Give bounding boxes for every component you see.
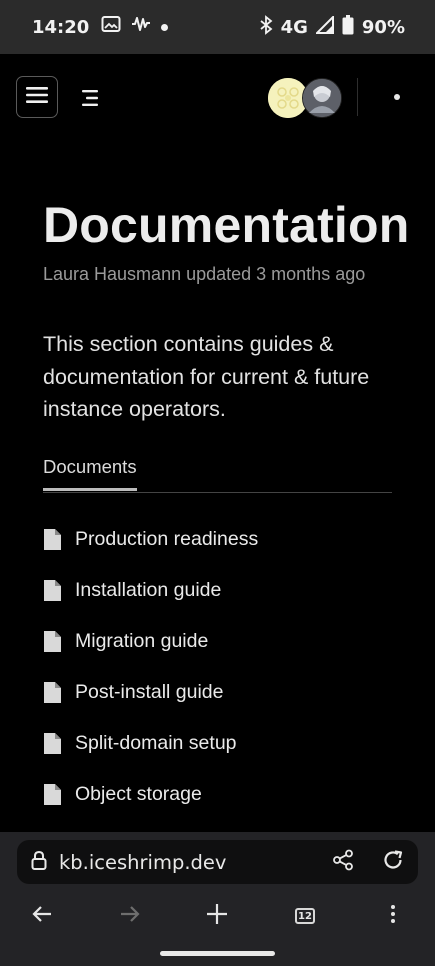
tab-documents[interactable]: Documents: [43, 456, 137, 491]
battery-level: 90%: [361, 16, 405, 38]
list-item[interactable]: Production readiness: [43, 514, 392, 565]
table-of-contents-icon: [80, 90, 102, 113]
list-item[interactable]: Object storage: [43, 769, 392, 820]
hamburger-icon: [26, 86, 48, 109]
share-icon[interactable]: [332, 849, 354, 876]
menu-icon: [390, 904, 396, 929]
notification-dot-icon: [161, 23, 169, 31]
more-options-button[interactable]: [382, 86, 412, 108]
page-title: Documentation: [43, 197, 410, 253]
document-icon: [43, 783, 62, 806]
list-item[interactable]: Post-install guide: [43, 667, 392, 718]
document-icon: [43, 579, 62, 602]
document-title: Production readiness: [75, 528, 259, 550]
signal-icon: [314, 14, 334, 39]
network-type: 4G: [280, 16, 308, 38]
document-icon: [43, 528, 62, 551]
menu-button[interactable]: [16, 76, 58, 118]
header-divider: [357, 78, 358, 116]
list-item[interactable]: Migration guide: [43, 616, 392, 667]
list-item[interactable]: Split-domain setup: [43, 718, 392, 769]
browser-toolbar: kb.iceshrimp.dev 12: [0, 832, 435, 966]
app-header: [0, 54, 435, 142]
new-tab-icon: [206, 903, 228, 930]
tabs-button[interactable]: 12: [291, 902, 319, 930]
gesture-bar[interactable]: [160, 951, 275, 956]
reload-icon[interactable]: [382, 849, 404, 876]
forward-button[interactable]: [116, 902, 144, 930]
more-horizontal-icon: [394, 94, 400, 100]
status-time: 14:20: [32, 16, 90, 38]
list-item[interactable]: Installation guide: [43, 565, 392, 616]
document-title: Installation guide: [75, 579, 222, 601]
document-title: Post-install guide: [75, 681, 224, 703]
document-title: Object storage: [75, 783, 202, 805]
battery-icon: [342, 14, 354, 40]
new-tab-button[interactable]: [203, 902, 231, 930]
back-button[interactable]: [28, 902, 56, 930]
bluetooth-icon: [259, 14, 273, 40]
browser-nav-row: 12: [0, 896, 435, 936]
waveform-icon: [131, 15, 151, 39]
image-icon: [101, 15, 121, 39]
lock-icon: [31, 850, 47, 875]
document-icon: [43, 630, 62, 653]
document-icon: [43, 732, 62, 755]
avatar[interactable]: [302, 78, 342, 118]
address-bar[interactable]: kb.iceshrimp.dev: [17, 840, 418, 884]
document-title: Migration guide: [75, 630, 209, 652]
table-of-contents-button[interactable]: [80, 87, 102, 109]
page-meta: Laura Hausmann updated 3 months ago: [43, 264, 366, 284]
document-list: Production readiness Installation guide …: [43, 514, 392, 820]
tabs-icon: 12: [295, 908, 315, 924]
forward-icon: [119, 904, 141, 929]
collaborator-avatars[interactable]: [268, 78, 342, 118]
back-icon: [31, 904, 53, 929]
document-icon: [43, 681, 62, 704]
tab-bar: Documents: [43, 456, 392, 493]
status-bar: 14:20 4G 90%: [0, 0, 435, 54]
url-text[interactable]: kb.iceshrimp.dev: [59, 851, 226, 874]
page-description: This section contains guides & documenta…: [43, 332, 370, 421]
browser-menu-button[interactable]: [379, 902, 407, 930]
document-title: Split-domain setup: [75, 732, 237, 754]
